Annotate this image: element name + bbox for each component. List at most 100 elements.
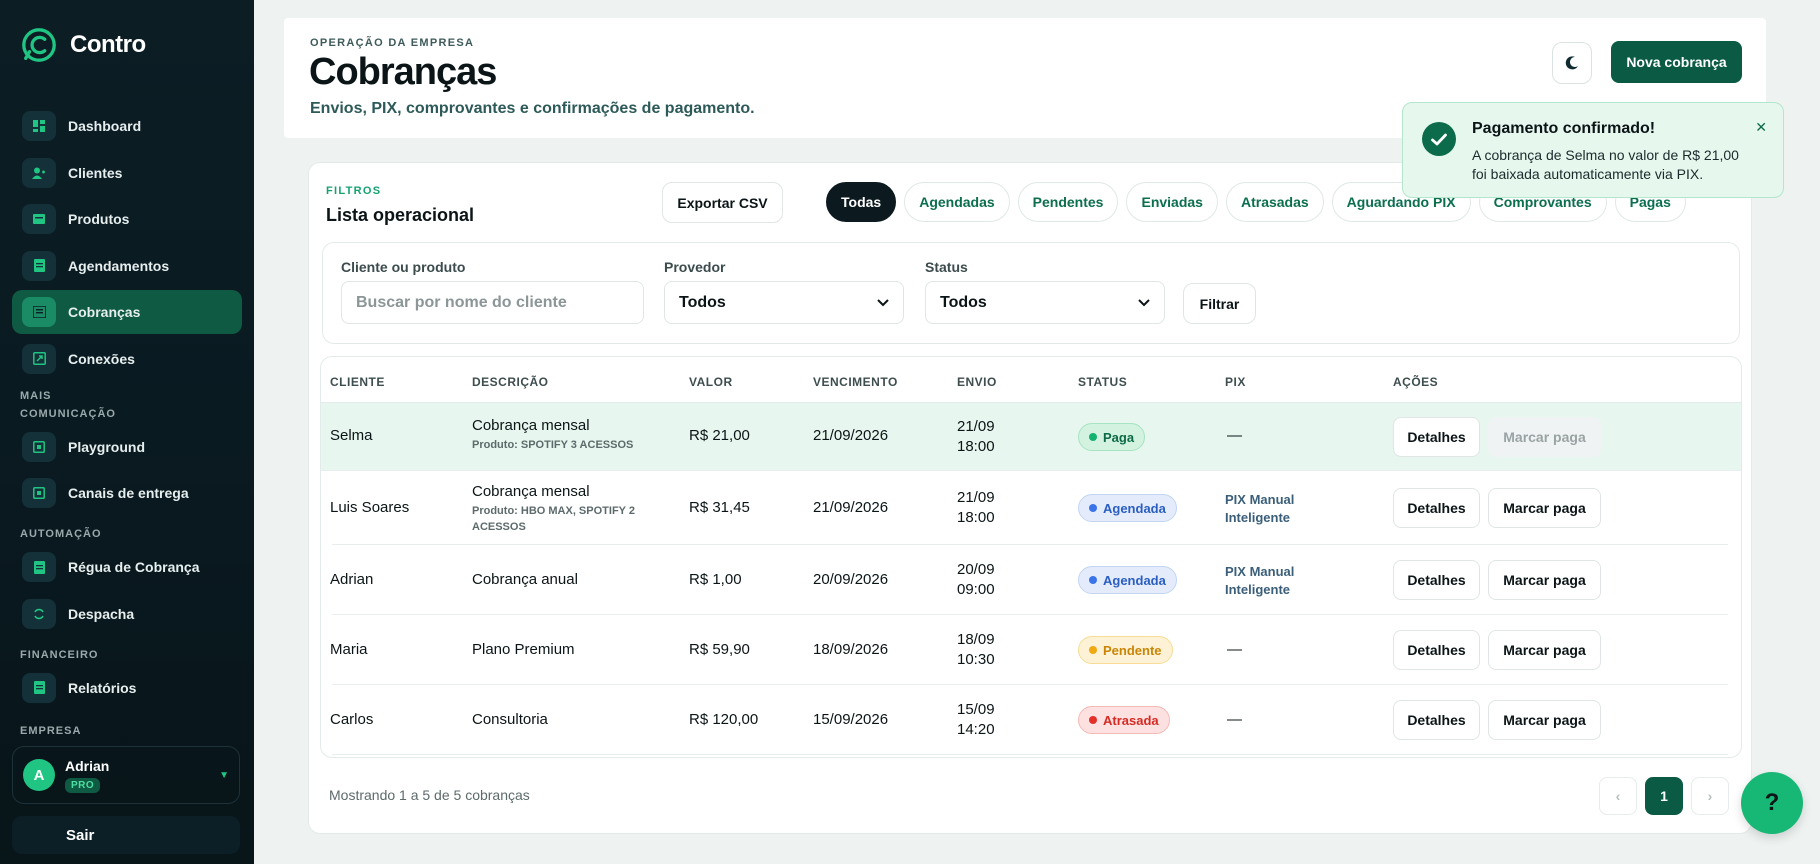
calendar-icon xyxy=(22,250,56,281)
row-desc-title: Cobrança mensal xyxy=(472,483,590,500)
row-send-time: 18:00 xyxy=(957,438,995,455)
provider-select-value: Todos xyxy=(679,293,726,311)
help-button[interactable]: ? xyxy=(1741,772,1803,834)
contro-logo-icon xyxy=(22,28,56,62)
theme-toggle-button[interactable] xyxy=(1552,42,1592,84)
filter-button[interactable]: Filtrar xyxy=(1183,283,1256,324)
status-dot xyxy=(1089,504,1097,512)
filter-form: Cliente ou produto Buscar por nome do cl… xyxy=(322,242,1740,344)
pix-line: PIX Manual xyxy=(1225,564,1295,579)
new-charge-button[interactable]: Nova cobrança xyxy=(1611,41,1742,83)
provider-select[interactable]: Todos xyxy=(664,281,904,324)
chip-agendadas[interactable]: Agendadas xyxy=(904,182,1010,222)
status-badge: Agendada xyxy=(1078,494,1177,522)
row-send-time: 09:00 xyxy=(957,581,995,598)
chip-atrasadas[interactable]: Atrasadas xyxy=(1225,182,1324,222)
status-badge-label: Agendada xyxy=(1103,500,1166,516)
brand[interactable]: Contro xyxy=(20,26,146,64)
logout-button[interactable]: Sair xyxy=(12,816,240,854)
user-info: Adrian PRO xyxy=(65,758,109,793)
details-button[interactable]: Detalhes xyxy=(1393,417,1480,457)
client-search-input[interactable]: Buscar por nome do cliente xyxy=(341,281,644,324)
page-eyebrow: OPERAÇÃO DA EMPRESA xyxy=(310,37,475,49)
refresh-icon xyxy=(22,598,56,629)
export-csv-button[interactable]: Exportar CSV xyxy=(662,182,783,223)
box-icon xyxy=(22,204,56,234)
close-icon[interactable]: ✕ xyxy=(1755,119,1767,136)
row-send: 21/09 18:00 xyxy=(957,417,995,457)
chip-pendentes[interactable]: Pendentes xyxy=(1017,182,1119,222)
sidebar-item-canais[interactable]: Canais de entrega xyxy=(12,471,242,515)
status-dot xyxy=(1089,646,1097,654)
mark-paid-button[interactable]: Marcar paga xyxy=(1488,488,1601,528)
playground-icon xyxy=(22,431,56,462)
sidebar-item-label: Despacha xyxy=(68,605,135,622)
chip-enviadas[interactable]: Enviadas xyxy=(1126,182,1218,222)
page-1-button[interactable]: 1 xyxy=(1645,777,1683,815)
next-page-button[interactable]: › xyxy=(1691,777,1729,815)
status-select[interactable]: Todos xyxy=(925,281,1165,324)
sidebar-item-despacha[interactable]: Despacha xyxy=(12,592,242,636)
col-envio: ENVIO xyxy=(957,375,997,389)
mark-paid-button[interactable]: Marcar paga xyxy=(1488,417,1601,457)
pix-line: PIX Manual xyxy=(1225,492,1295,507)
col-acoes: AÇÕES xyxy=(1393,375,1439,389)
row-description: Cobrança anual xyxy=(472,571,578,588)
sidebar-item-label: Canais de entrega xyxy=(68,485,189,501)
row-value: R$ 31,45 xyxy=(689,499,750,516)
row-description: Cobrança mensal Produto: HBO MAX, SPOTIF… xyxy=(472,483,652,535)
row-send: 15/09 14:20 xyxy=(957,700,995,740)
sidebar-item-cobrancas[interactable]: Cobranças xyxy=(12,290,242,334)
row-pix: — xyxy=(1227,711,1242,728)
sidebar-item-clientes[interactable]: Clientes xyxy=(12,151,242,195)
sidebar: Contro Dashboard Clientes Produtos Agend… xyxy=(0,0,254,864)
status-badge-label: Atrasada xyxy=(1103,712,1159,728)
sidebar-item-agendamentos[interactable]: Agendamentos xyxy=(12,244,242,288)
caret-down-icon: ▼ xyxy=(219,769,229,781)
mark-paid-button[interactable]: Marcar paga xyxy=(1488,700,1601,740)
row-description: Consultoria xyxy=(472,711,548,728)
details-button[interactable]: Detalhes xyxy=(1393,700,1480,740)
sidebar-item-label: Agendamentos xyxy=(68,257,170,274)
row-desc-title: Consultoria xyxy=(472,711,548,728)
sidebar-item-produtos[interactable]: Produtos xyxy=(12,197,242,241)
table-row: Adrian Cobrança anual R$ 1,00 20/09/2026… xyxy=(330,545,1728,615)
row-client: Adrian xyxy=(330,571,374,588)
details-button[interactable]: Detalhes xyxy=(1393,630,1480,670)
channels-icon xyxy=(22,478,56,508)
prev-page-button[interactable]: ‹ xyxy=(1599,777,1637,815)
row-value: R$ 1,00 xyxy=(689,571,742,588)
row-send-date: 20/09 xyxy=(957,561,995,578)
sidebar-item-dashboard[interactable]: Dashboard xyxy=(12,104,242,148)
details-button[interactable]: Detalhes xyxy=(1393,560,1480,600)
col-valor: VALOR xyxy=(689,375,733,389)
mark-paid-button[interactable]: Marcar paga xyxy=(1488,630,1601,670)
row-pix: — xyxy=(1227,641,1242,658)
mark-paid-button[interactable]: Marcar paga xyxy=(1488,560,1601,600)
sidebar-item-regua[interactable]: Régua de Cobrança xyxy=(12,545,242,589)
sidebar-item-relatorios[interactable]: Relatórios xyxy=(12,666,242,710)
section-title-automacao: AUTOMAÇÃO xyxy=(20,528,102,540)
charges-card: FILTROS Lista operacional Exportar CSV T… xyxy=(308,162,1752,834)
sidebar-item-label: Cobranças xyxy=(68,304,141,320)
status-filter-label: Status xyxy=(925,259,968,275)
row-desc-title: Plano Premium xyxy=(472,641,575,658)
chip-todas[interactable]: Todas xyxy=(826,182,897,222)
sidebar-item-playground[interactable]: Playground xyxy=(12,425,242,469)
status-dot xyxy=(1089,576,1097,584)
section-title-comunicacao: MAIS COMUNICAÇÃO xyxy=(20,389,116,420)
sidebar-item-conexoes[interactable]: Conexões xyxy=(12,337,242,381)
sidebar-nav: Dashboard Clientes Produtos Agendamentos… xyxy=(12,104,242,740)
chevron-down-icon xyxy=(877,298,889,306)
link-icon xyxy=(22,343,56,374)
row-send-date: 18/09 xyxy=(957,631,995,648)
row-desc-sub: Produto: SPOTIFY 3 ACESSOS xyxy=(472,439,634,451)
details-button[interactable]: Detalhes xyxy=(1393,488,1480,528)
user-switcher[interactable]: A Adrian PRO ▼ xyxy=(12,746,240,804)
toast-message: A cobrança de Selma no valor de R$ 21,00… xyxy=(1472,147,1739,182)
charges-table: CLIENTE DESCRIÇÃO VALOR VENCIMENTO ENVIO… xyxy=(320,356,1742,758)
section-title-empresa: EMPRESA xyxy=(20,724,82,737)
filters-eyebrow: FILTROS xyxy=(326,185,382,197)
row-client: Luis Soares xyxy=(330,499,410,516)
row-send-time: 14:20 xyxy=(957,721,995,738)
